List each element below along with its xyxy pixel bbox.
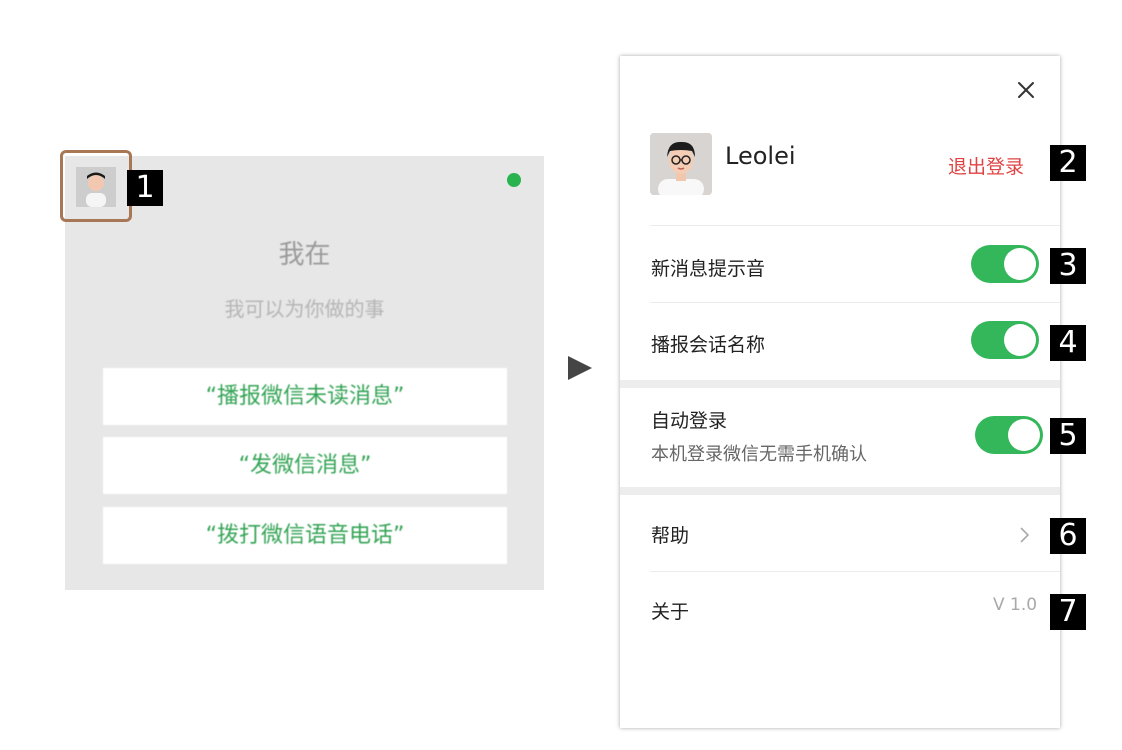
auto-login-toggle[interactable]: [975, 416, 1043, 454]
avatar-icon: [650, 133, 712, 195]
online-status-dot: [507, 173, 521, 187]
annotation-marker-3: 3: [1050, 248, 1086, 284]
arrow-right-icon: [568, 356, 592, 380]
logout-button[interactable]: 退出登录: [948, 152, 1024, 179]
divider: [650, 302, 1060, 303]
divider: [650, 571, 1060, 572]
about-item[interactable]: 关于: [651, 597, 689, 624]
avatar-highlight-frame: [60, 150, 132, 222]
section-gap: [620, 380, 1060, 388]
help-item[interactable]: 帮助: [651, 521, 689, 548]
annotation-marker-7: 7: [1050, 594, 1086, 630]
assistant-subtitle: 我可以为你做的事: [224, 297, 385, 321]
section-gap: [620, 487, 1060, 495]
annotation-marker-1: 1: [127, 170, 163, 206]
chevron-right-icon: [1018, 525, 1032, 549]
version-text: V 1.0: [993, 595, 1038, 615]
auto-login-label: 自动登录: [651, 410, 728, 432]
profile-avatar: [650, 133, 712, 195]
command-voice-call[interactable]: “拨打微信语音电话”: [103, 507, 507, 564]
new-message-sound-toggle[interactable]: [971, 245, 1039, 283]
close-button[interactable]: [1014, 78, 1038, 102]
annotation-marker-6: 6: [1050, 518, 1086, 554]
new-message-sound-label: 新消息提示音: [651, 258, 766, 280]
command-send-message[interactable]: “发微信消息”: [103, 437, 507, 494]
assistant-title: 我在: [278, 240, 331, 270]
announce-session-name-toggle[interactable]: [971, 321, 1039, 359]
close-icon: [1018, 82, 1034, 98]
auto-login-description: 本机登录微信无需手机确认: [651, 444, 867, 465]
announce-session-name-label: 播报会话名称: [651, 334, 766, 356]
command-read-unread-messages[interactable]: “播报微信未读消息”: [103, 368, 507, 425]
annotation-marker-5: 5: [1050, 418, 1086, 454]
annotation-marker-2: 2: [1050, 145, 1086, 181]
annotation-marker-4: 4: [1050, 325, 1086, 361]
divider: [650, 225, 1060, 226]
user-name: Leolei: [725, 142, 796, 170]
